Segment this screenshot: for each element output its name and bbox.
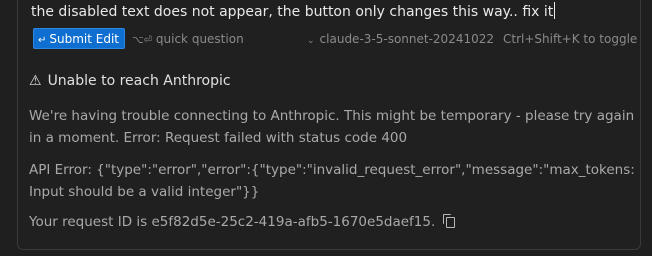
- error-title: ⚠ Unable to reach Anthropic: [29, 71, 231, 91]
- request-id-text: Your request ID is e5f82d5e-25c2-419a-af…: [29, 214, 436, 230]
- text-caret: [554, 2, 556, 19]
- model-selector[interactable]: ⌄ claude-3-5-sonnet-20241022: [307, 28, 494, 52]
- option-enter-icon: ⌥⏎: [132, 35, 152, 46]
- request-id-row: Your request ID is e5f82d5e-25c2-419a-af…: [29, 211, 456, 233]
- chevron-down-icon: ⌄: [307, 36, 315, 46]
- quick-question-label: quick question: [155, 32, 244, 46]
- error-title-text: Unable to reach Anthropic: [47, 73, 231, 89]
- quick-question-button[interactable]: ⌥⏎ quick question: [132, 28, 244, 52]
- toggle-shortcut-hint: Ctrl+Shift+K to toggle: [503, 32, 638, 46]
- prompt-input-text: the disabled text does not appear, the b…: [31, 4, 554, 20]
- copy-icon[interactable]: [443, 214, 456, 228]
- warning-icon: ⚠: [29, 73, 42, 89]
- error-message: We're having trouble connecting to Anthr…: [29, 108, 635, 146]
- submit-edit-label: Submit Edit: [49, 32, 120, 46]
- api-error-message: API Error: {"type":"error","error":{"typ…: [29, 162, 635, 200]
- model-name: claude-3-5-sonnet-20241022: [319, 32, 494, 46]
- submit-edit-button[interactable]: ↵ Submit Edit: [33, 28, 126, 49]
- prompt-input[interactable]: the disabled text does not appear, the b…: [31, 2, 641, 24]
- enter-icon: ↵: [38, 35, 47, 46]
- edit-toolbar: ↵ Submit Edit ⌥⏎ quick question ⌄ claude-3-…: [33, 28, 637, 52]
